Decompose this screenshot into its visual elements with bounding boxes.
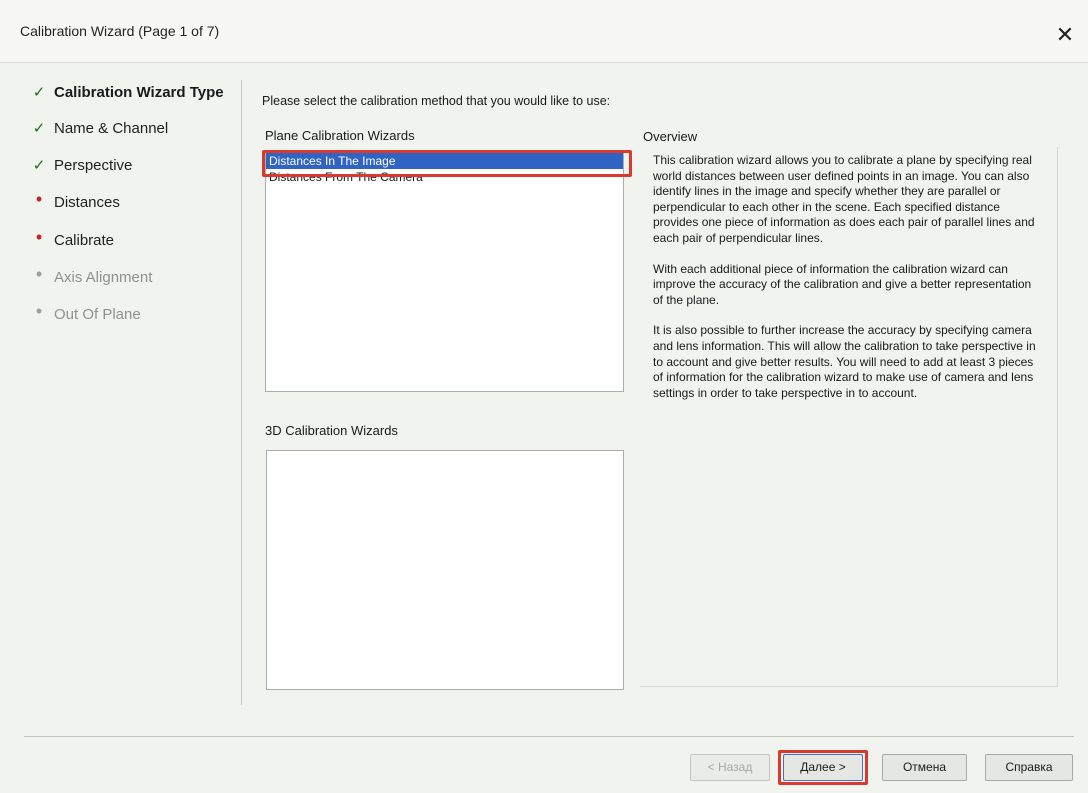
plane-wizards-label: Plane Calibration Wizards <box>265 128 415 143</box>
step-name-channel: ✓ Name & Channel <box>24 116 169 140</box>
step-label: Calibrate <box>54 231 115 249</box>
step-out-of-plane: • Out Of Plane <box>24 302 141 326</box>
step-calibrate: • Calibrate <box>24 228 114 252</box>
list-item[interactable]: Distances From The Camera <box>266 169 623 185</box>
overview-paragraph: It is also possible to further increase … <box>653 323 1036 400</box>
3d-wizards-label: 3D Calibration Wizards <box>265 423 398 438</box>
instruction-text: Please select the calibration method tha… <box>262 94 611 108</box>
cancel-button[interactable]: Отмена <box>882 754 967 781</box>
back-button[interactable]: < Назад <box>690 754 770 781</box>
close-icon[interactable]: ✕ <box>1052 22 1078 48</box>
help-button[interactable]: Справка <box>985 754 1073 781</box>
overview-paragraph: This calibration wizard allows you to ca… <box>653 153 1035 245</box>
overview-description: This calibration wizard allows you to ca… <box>653 153 1043 416</box>
next-button[interactable]: Далее > <box>783 754 863 781</box>
step-label: Name & Channel <box>54 119 169 137</box>
bullet-icon: • <box>35 227 43 247</box>
bullet-icon: • <box>35 264 43 284</box>
checkmark-icon: ✓ <box>32 84 46 101</box>
window-title: Calibration Wizard (Page 1 of 7) <box>20 23 220 39</box>
footer-divider <box>24 736 1074 737</box>
title-bar: Calibration Wizard (Page 1 of 7) ✕ <box>0 0 1088 63</box>
wizard-steps-sidebar: ✓ Calibration Wizard Type ✓ Name & Chann… <box>24 72 229 712</box>
checkmark-icon: ✓ <box>32 120 46 137</box>
step-perspective: ✓ Perspective <box>24 153 133 177</box>
overview-label: Overview <box>643 129 698 144</box>
step-label: Out Of Plane <box>54 305 141 323</box>
step-calibration-wizard-type: ✓ Calibration Wizard Type <box>24 80 224 104</box>
calibration-wizard-window: Calibration Wizard (Page 1 of 7) ✕ ✓ Cal… <box>0 0 1088 793</box>
plane-wizards-list[interactable]: Distances In The Image Distances From Th… <box>265 152 624 392</box>
list-item[interactable]: Distances In The Image <box>266 153 623 169</box>
step-label: Distances <box>54 193 120 211</box>
step-axis-alignment: • Axis Alignment <box>24 264 153 289</box>
bullet-icon: • <box>35 301 43 321</box>
step-label: Calibration Wizard Type <box>54 83 224 101</box>
step-label: Perspective <box>54 156 133 174</box>
checkmark-icon: ✓ <box>32 157 46 174</box>
3d-wizards-list[interactable] <box>266 450 624 690</box>
step-distances: • Distances <box>24 190 120 214</box>
overview-paragraph: With each additional piece of informatio… <box>653 261 1032 307</box>
sidebar-divider <box>241 80 242 705</box>
bullet-icon: • <box>35 189 43 209</box>
step-label: Axis Alignment <box>54 268 153 286</box>
